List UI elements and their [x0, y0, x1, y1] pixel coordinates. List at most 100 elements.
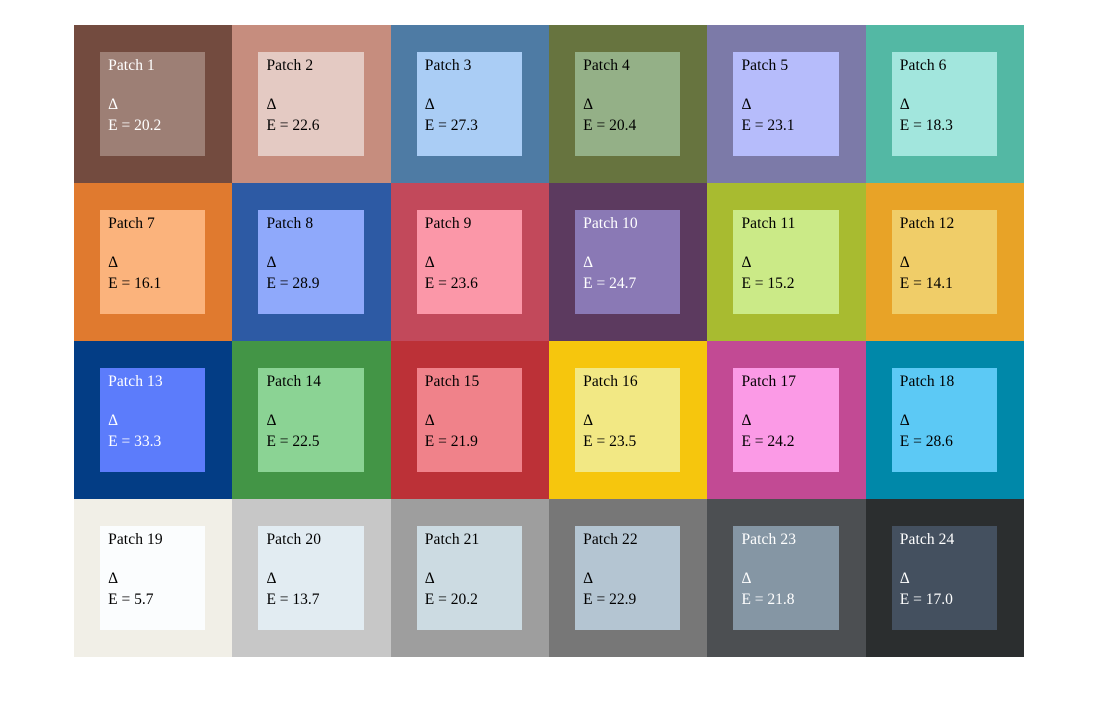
patch-delta-e-value: E = 20.2 [108, 116, 162, 134]
patch-label: Patch 23 [741, 530, 797, 548]
patch-inner-swatch: Patch 11 Δ E = 15.2 [733, 209, 839, 315]
patch-delta-e-value: E = 20.2 [424, 590, 478, 608]
patch-delta-e-value: E = 5.7 [108, 590, 154, 608]
patch-label: Patch 17 [741, 372, 797, 390]
patch-inner-swatch: Patch 16 Δ E = 23.5 [575, 367, 681, 473]
patch-delta-symbol: Δ [741, 412, 752, 430]
patch-cell: Patch 11 Δ E = 15.2 [707, 183, 866, 341]
patch-cell: Patch 8 Δ E = 28.9 [232, 183, 391, 341]
patch-delta-symbol: Δ [583, 254, 594, 272]
patch-delta-symbol: Δ [741, 570, 752, 588]
patch-delta-symbol: Δ [899, 412, 910, 430]
patch-cell: Patch 16 Δ E = 23.5 [548, 341, 708, 499]
patch-cell: Patch 18 Δ E = 28.6 [865, 341, 1024, 499]
patch-label: Patch 4 [583, 56, 630, 74]
patch-delta-symbol: Δ [899, 570, 910, 588]
patch-delta-symbol: Δ [108, 254, 119, 272]
patch-inner-swatch: Patch 15 Δ E = 21.9 [416, 367, 523, 473]
patch-delta-e-value: E = 22.9 [583, 590, 637, 608]
patch-delta-e-value: E = 21.9 [424, 432, 478, 450]
patch-delta-e-value: E = 22.6 [266, 116, 320, 134]
patch-delta-symbol: Δ [266, 570, 277, 588]
patch-cell: Patch 17 Δ E = 24.2 [707, 341, 866, 499]
patch-delta-symbol: Δ [741, 96, 752, 114]
patch-cell: Patch 5 Δ E = 23.1 [707, 25, 866, 183]
patch-label: Patch 15 [424, 372, 480, 390]
patch-label: Patch 13 [108, 372, 163, 390]
patch-delta-symbol: Δ [266, 96, 277, 114]
patch-inner-swatch: Patch 9 Δ E = 23.6 [416, 209, 523, 315]
patch-delta-e-value: E = 23.6 [424, 274, 478, 292]
patch-delta-symbol: Δ [266, 412, 277, 430]
patch-delta-e-value: E = 28.9 [266, 274, 320, 292]
patch-delta-e-value: E = 18.3 [899, 116, 953, 134]
patch-inner-swatch: Patch 7 Δ E = 16.1 [100, 209, 206, 315]
patch-label: Patch 2 [266, 56, 314, 74]
patch-inner-swatch: Patch 1 Δ E = 20.2 [100, 51, 206, 157]
patch-cell: Patch 14 Δ E = 22.5 [232, 341, 391, 499]
patch-cell: Patch 13 Δ E = 33.3 [74, 341, 233, 499]
patch-inner-swatch: Patch 12 Δ E = 14.1 [891, 209, 998, 315]
patch-label: Patch 9 [424, 214, 472, 232]
patch-delta-e-value: E = 14.1 [899, 274, 953, 292]
patch-inner-swatch: Patch 2 Δ E = 22.6 [258, 51, 364, 157]
patch-inner-swatch: Patch 20 Δ E = 13.7 [258, 525, 364, 631]
patch-label: Patch 21 [424, 530, 480, 548]
patch-label: Patch 11 [741, 214, 796, 232]
patch-label: Patch 22 [583, 530, 638, 548]
patch-label: Patch 12 [899, 214, 955, 232]
patch-cell: Patch 7 Δ E = 16.1 [74, 183, 233, 341]
patch-delta-symbol: Δ [424, 570, 435, 588]
patch-delta-symbol: Δ [108, 96, 119, 114]
patch-cell: Patch 3 Δ E = 27.3 [390, 25, 549, 183]
patch-inner-swatch: Patch 5 Δ E = 23.1 [733, 51, 839, 157]
patch-inner-swatch: Patch 10 Δ E = 24.7 [575, 209, 681, 315]
patch-label: Patch 10 [583, 214, 638, 232]
patch-delta-symbol: Δ [583, 96, 594, 114]
patch-inner-swatch: Patch 3 Δ E = 27.3 [416, 51, 523, 157]
patch-cell: Patch 12 Δ E = 14.1 [865, 183, 1024, 341]
patch-cell: Patch 19 Δ E = 5.7 [74, 499, 233, 657]
patch-delta-symbol: Δ [741, 254, 752, 272]
patch-delta-symbol: Δ [424, 254, 435, 272]
patch-label: Patch 6 [899, 56, 947, 74]
patch-cell: Patch 6 Δ E = 18.3 [865, 25, 1024, 183]
patch-delta-symbol: Δ [583, 570, 594, 588]
patch-delta-e-value: E = 24.2 [741, 432, 795, 450]
patch-label: Patch 19 [108, 530, 163, 548]
patch-delta-symbol: Δ [899, 254, 910, 272]
patch-delta-symbol: Δ [424, 412, 435, 430]
patch-label: Patch 14 [266, 372, 322, 390]
patch-label: Patch 8 [266, 214, 314, 232]
patch-cell: Patch 23 Δ E = 21.8 [707, 499, 866, 657]
patch-delta-e-value: E = 20.4 [583, 116, 637, 134]
patch-inner-swatch: Patch 13 Δ E = 33.3 [100, 367, 206, 473]
patch-delta-e-value: E = 24.7 [583, 274, 637, 292]
patch-delta-e-value: E = 16.1 [108, 274, 162, 292]
patch-delta-e-value: E = 15.2 [741, 274, 795, 292]
patch-delta-e-value: E = 21.8 [741, 590, 795, 608]
patch-inner-swatch: Patch 23 Δ E = 21.8 [733, 525, 839, 631]
patch-inner-swatch: Patch 18 Δ E = 28.6 [891, 367, 998, 473]
patch-cell: Patch 1 Δ E = 20.2 [74, 25, 233, 183]
patch-cell: Patch 24 Δ E = 17.0 [865, 499, 1024, 657]
patch-label: Patch 20 [266, 530, 322, 548]
patch-cell: Patch 20 Δ E = 13.7 [232, 499, 391, 657]
patch-delta-e-value: E = 33.3 [108, 432, 162, 450]
patch-delta-symbol: Δ [583, 412, 594, 430]
patch-delta-e-value: E = 13.7 [266, 590, 320, 608]
patch-label: Patch 24 [899, 530, 955, 548]
patch-inner-swatch: Patch 14 Δ E = 22.5 [258, 367, 364, 473]
patch-cell: Patch 15 Δ E = 21.9 [390, 341, 549, 499]
patch-delta-symbol: Δ [108, 570, 119, 588]
patch-cell: Patch 2 Δ E = 22.6 [232, 25, 391, 183]
patch-cell: Patch 4 Δ E = 20.4 [548, 25, 708, 183]
patch-delta-symbol: Δ [266, 254, 277, 272]
patch-inner-swatch: Patch 6 Δ E = 18.3 [891, 51, 998, 157]
patch-inner-swatch: Patch 22 Δ E = 22.9 [575, 525, 681, 631]
patch-label: Patch 1 [108, 56, 155, 74]
patch-delta-e-value: E = 22.5 [266, 432, 320, 450]
patch-delta-symbol: Δ [899, 96, 910, 114]
patch-delta-e-value: E = 27.3 [424, 116, 478, 134]
patch-cell: Patch 21 Δ E = 20.2 [390, 499, 549, 657]
